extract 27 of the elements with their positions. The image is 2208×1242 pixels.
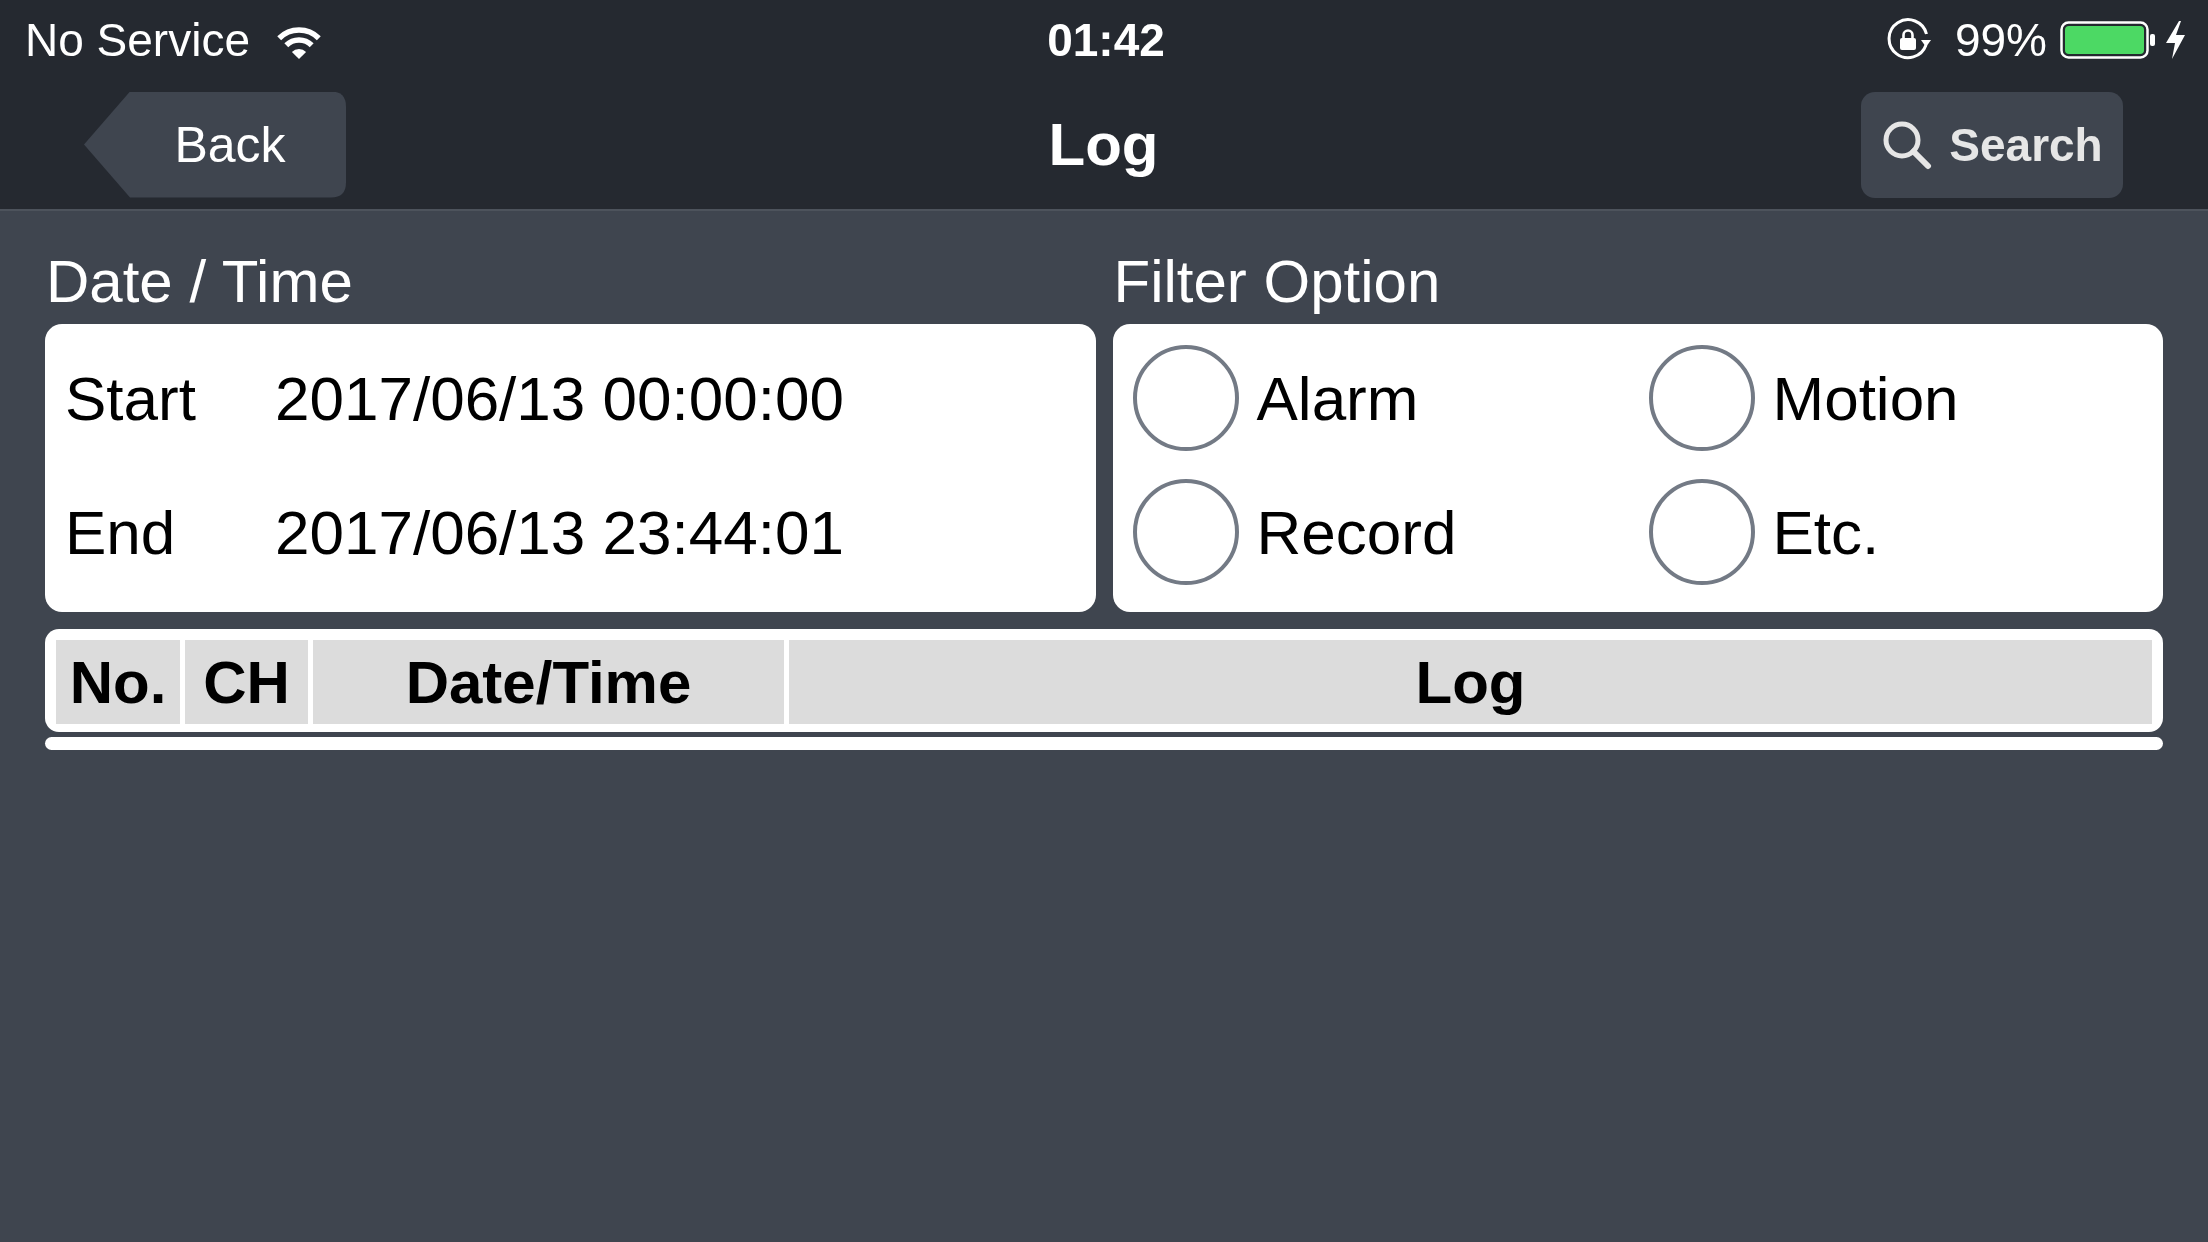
radio-label: Etc.	[1772, 496, 1880, 568]
section-heading: Date / Time	[45, 247, 354, 317]
table-header-cell: CH	[185, 640, 308, 724]
table-header-cell: Log	[789, 640, 2152, 724]
radio-button[interactable]	[1648, 479, 1755, 585]
radio-button[interactable]	[1648, 345, 1755, 451]
date-label: Start	[65, 362, 197, 434]
radio-label: Motion	[1772, 362, 1959, 434]
page-title: Log	[1048, 109, 1159, 180]
table-header-cell: Date/Time	[313, 640, 784, 724]
carrier-text: No Service	[25, 13, 250, 67]
date-time-value[interactable]: 2017/06/13 00:00:00	[275, 362, 844, 434]
search-icon	[1881, 119, 1933, 170]
date-label: End	[65, 496, 177, 568]
clock-time: 01:42	[1047, 13, 1165, 67]
radio-button[interactable]	[1132, 345, 1239, 451]
battery-percent: 99%	[1954, 13, 2047, 67]
section-heading: Filter Option	[1112, 247, 1442, 317]
battery-icon	[2060, 21, 2156, 59]
radio-button[interactable]	[1132, 479, 1239, 585]
radio-label: Record	[1256, 496, 1457, 568]
charging-bolt-icon	[2164, 21, 2187, 59]
date-time-value[interactable]: 2017/06/13 23:44:01	[275, 496, 844, 568]
back-button[interactable]: Back	[84, 91, 346, 198]
search-button[interactable]: Search	[1861, 91, 2123, 198]
radio-label: Alarm	[1256, 362, 1419, 434]
table-header-cell: No.	[56, 640, 180, 724]
